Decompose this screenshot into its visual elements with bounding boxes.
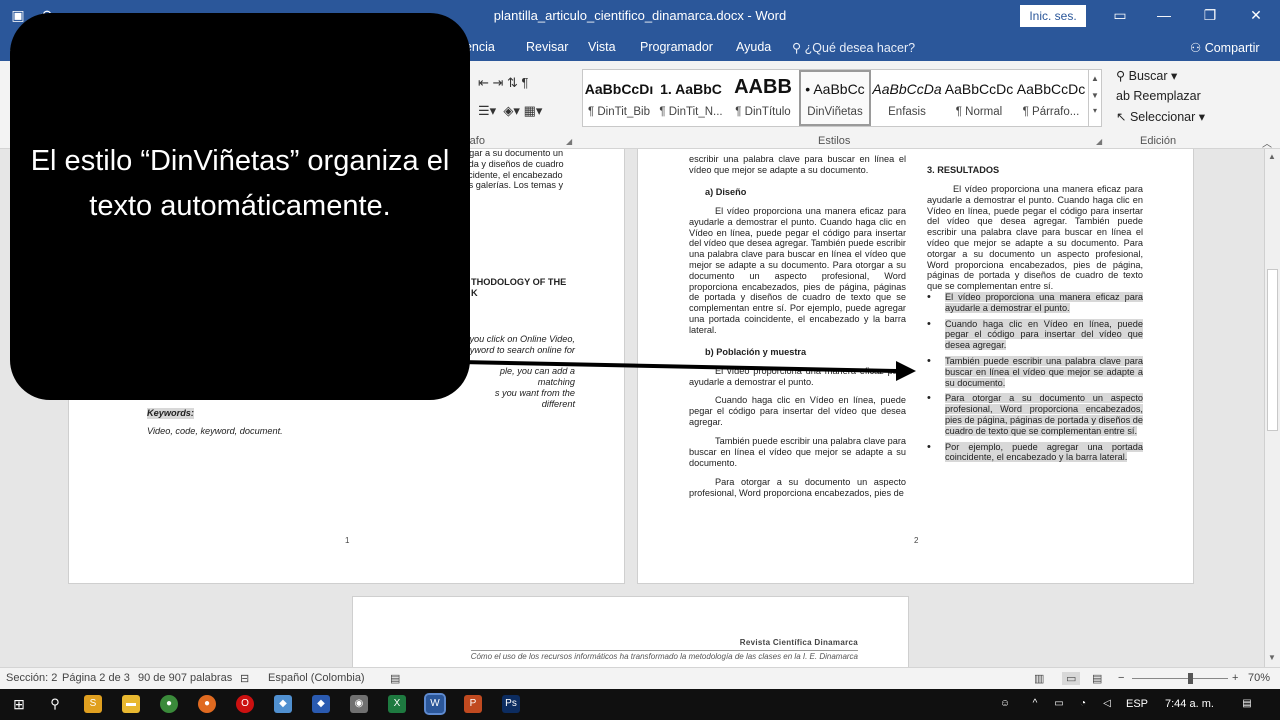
volume-icon[interactable]: ◁ xyxy=(1098,695,1116,713)
app-icon[interactable]: ◆ xyxy=(274,695,292,713)
paragraph-launcher-icon[interactable]: ◢ xyxy=(566,137,572,146)
taskbar: ⊞ ⚲ S ▬ ● ● O ◆ ◆ ◉ X W P Ps ☺ ^ ▭ ◔ ◁ E… xyxy=(0,689,1280,720)
replace-icon: ab xyxy=(1116,89,1134,103)
style-dintit-bib[interactable]: AaBbCcDı ¶ DinTit_Bib xyxy=(583,70,655,126)
photoshop-icon[interactable]: Ps xyxy=(502,695,520,713)
language-indicator-taskbar[interactable]: ESP xyxy=(1126,698,1148,710)
cursor-icon: ↖ xyxy=(1116,110,1130,124)
replace-button[interactable]: ab Reemplazar xyxy=(1116,89,1201,103)
status-bar: Sección: 2 Página 2 de 3 90 de 907 palab… xyxy=(0,667,1280,689)
zoom-out-button[interactable]: − xyxy=(1118,672,1124,684)
callout-box: El estilo “DinViñetas” organiza el texto… xyxy=(10,13,470,400)
page-indicator[interactable]: Página 2 de 3 xyxy=(62,672,130,684)
styles-group-label: Estilos xyxy=(818,135,851,147)
sort-icon[interactable]: ⇅ xyxy=(507,75,518,90)
style-parrafo[interactable]: AaBbCcDc ¶ Párrafo... xyxy=(1015,70,1087,126)
scroll-down-icon[interactable]: ▼ xyxy=(1089,91,1101,100)
app3-icon[interactable]: ◉ xyxy=(350,695,368,713)
opera-icon[interactable]: O xyxy=(236,695,254,713)
borders-icon[interactable]: ▦▾ xyxy=(524,103,543,118)
select-button[interactable]: ↖ Seleccionar ▾ xyxy=(1116,109,1205,124)
style-dintit-n[interactable]: 1. AaBbC ¶ DinTit_N... xyxy=(655,70,727,126)
app2-icon[interactable]: ◆ xyxy=(312,695,330,713)
editing-group-label: Edición xyxy=(1140,135,1177,147)
section-indicator[interactable]: Sección: 2 xyxy=(6,672,57,684)
style-dinvinetas[interactable]: • AaBbCc DinViñetas xyxy=(799,70,871,126)
word-icon[interactable]: W xyxy=(424,693,446,715)
firefox-icon[interactable]: ● xyxy=(198,695,216,713)
tab-revisar[interactable]: Revisar xyxy=(526,40,568,54)
network-icon[interactable]: ▭ xyxy=(1050,695,1068,713)
tab-vista[interactable]: Vista xyxy=(588,40,616,54)
style-dintitulo[interactable]: AABB ¶ DinTítulo xyxy=(727,70,799,126)
vertical-scrollbar[interactable]: ▲ ▼ xyxy=(1264,149,1280,667)
minimize-button[interactable]: — xyxy=(1154,7,1174,23)
web-layout-icon[interactable]: ▤ xyxy=(1092,672,1102,685)
excel-icon[interactable]: X xyxy=(388,695,406,713)
lightbulb-icon: ⚲ xyxy=(792,41,805,55)
style-enfasis[interactable]: AaBbCcDa Énfasis xyxy=(871,70,943,126)
style-normal[interactable]: AaBbCcDc ¶ Normal xyxy=(943,70,1015,126)
zoom-in-button[interactable]: + xyxy=(1232,672,1238,684)
styles-gallery: AaBbCcDı ¶ DinTit_Bib 1. AaBbC ¶ DinTit_N.… xyxy=(582,69,1092,127)
windows-start-icon[interactable]: ⊞ xyxy=(10,695,28,713)
tab-programador[interactable]: Programador xyxy=(640,40,713,54)
styles-launcher-icon[interactable]: ◢ xyxy=(1096,137,1102,146)
macro-icon[interactable]: ▤ xyxy=(390,672,400,685)
line-spacing-icon[interactable]: ☰▾ ◈▾ ▦▾ xyxy=(478,103,542,119)
scroll-down-icon[interactable]: ▼ xyxy=(1268,653,1276,662)
zoom-level[interactable]: 70% xyxy=(1248,672,1270,684)
person-icon: ⚇ xyxy=(1190,41,1205,55)
shading-icon[interactable]: ◈▾ xyxy=(503,103,520,118)
scroll-thumb[interactable] xyxy=(1267,269,1278,431)
search-icon: ⚲ xyxy=(1116,69,1129,83)
folder-icon[interactable]: ▬ xyxy=(122,695,140,713)
powerpoint-icon[interactable]: P xyxy=(464,695,482,713)
search-icon[interactable]: ⚲ xyxy=(46,695,64,713)
sign-in-button[interactable]: Inic. ses. xyxy=(1020,5,1086,27)
restore-button[interactable]: ❐ xyxy=(1200,7,1220,24)
indent-buttons[interactable]: ⇤ ⇥ ⇅ ¶ xyxy=(478,75,529,91)
word-count[interactable]: 90 de 907 palabras xyxy=(138,672,232,684)
tell-me-search[interactable]: ⚲ ¿Qué desea hacer? xyxy=(792,40,915,55)
chrome-icon[interactable]: ● xyxy=(160,695,178,713)
wifi-icon[interactable]: ◔ xyxy=(1074,695,1092,713)
zoom-slider[interactable] xyxy=(1132,673,1228,684)
language-indicator[interactable]: Español (Colombia) xyxy=(268,672,365,684)
people-icon[interactable]: ☺ xyxy=(996,695,1014,713)
zoom-thumb[interactable] xyxy=(1187,673,1193,684)
clock[interactable]: 7:44 a. m. xyxy=(1165,698,1214,710)
scroll-up-icon[interactable]: ▲ xyxy=(1089,74,1101,83)
close-button[interactable]: ✕ xyxy=(1246,7,1266,24)
notifications-icon[interactable]: ▤ xyxy=(1238,695,1256,713)
more-styles-icon[interactable]: ▾ xyxy=(1089,106,1101,115)
scroll-up-icon[interactable]: ▲ xyxy=(1268,152,1276,161)
proofing-icon[interactable]: ⊟ xyxy=(240,672,249,685)
read-mode-icon[interactable]: ▥ xyxy=(1034,672,1044,685)
gallery-scroll[interactable]: ▲ ▼ ▾ xyxy=(1088,69,1102,127)
sublime-icon[interactable]: S xyxy=(84,695,102,713)
pilcrow-icon[interactable]: ¶ xyxy=(522,75,529,90)
collapse-ribbon-icon[interactable]: ︿ xyxy=(1262,135,1272,150)
tray-arrow-icon[interactable]: ^ xyxy=(1026,695,1044,713)
share-button[interactable]: ⚇ Compartir xyxy=(1190,40,1260,55)
find-button[interactable]: ⚲ Buscar ▾ xyxy=(1116,68,1177,83)
print-layout-icon[interactable]: ▭ xyxy=(1062,672,1081,685)
ribbon-display-icon[interactable]: ▭ xyxy=(1110,7,1130,24)
tab-ayuda[interactable]: Ayuda xyxy=(736,40,771,54)
